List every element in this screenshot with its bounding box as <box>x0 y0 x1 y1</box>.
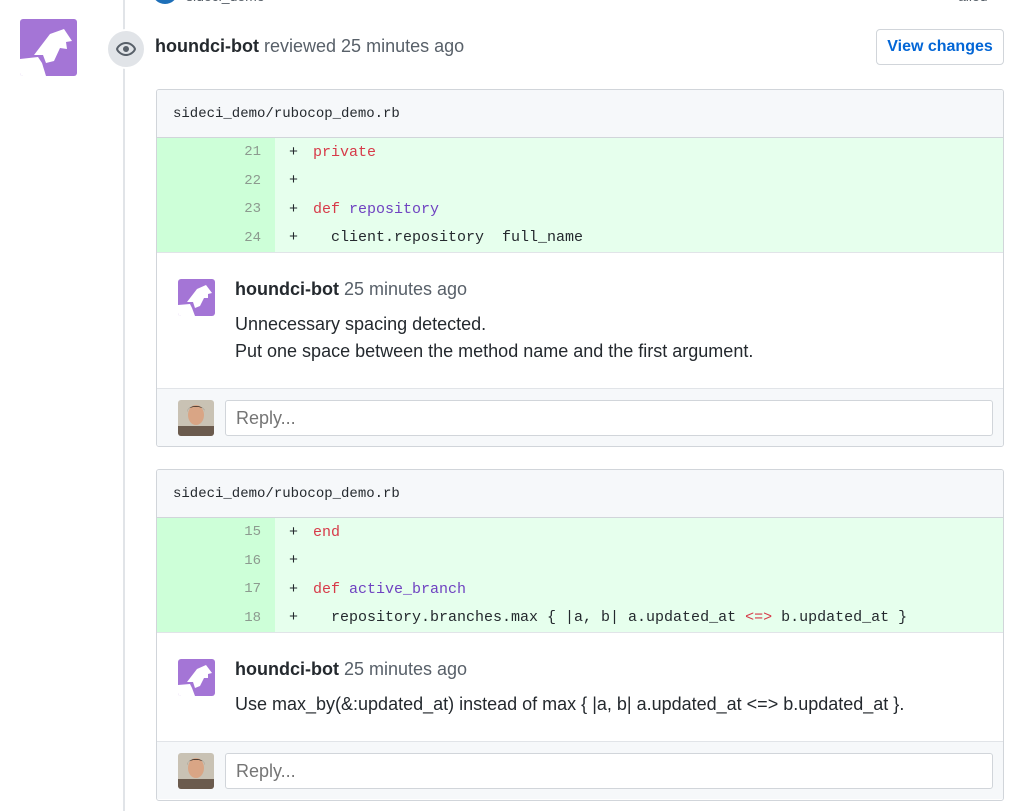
reply-bar <box>157 741 1003 799</box>
comment-time[interactable]: 25 minutes ago <box>344 279 467 299</box>
reply-bar <box>157 388 1003 446</box>
code-keyword: private <box>313 143 377 161</box>
comment-text-line: Unnecessary spacing detected. <box>235 314 487 334</box>
code-operator: <=> <box>745 609 773 627</box>
line-number[interactable]: 23 <box>157 195 275 224</box>
code-keyword: def <box>313 580 341 598</box>
comment-author-link[interactable]: houndci-bot <box>235 279 339 299</box>
status-text: ailed <box>958 0 1010 4</box>
line-number[interactable]: 21 <box>157 138 275 167</box>
review-header: houndci-bot reviewed 25 minutes ago <box>155 36 464 57</box>
code-function-name: active_branch <box>349 580 467 598</box>
review-comment: houndci-bot 25 minutes ago Use max_by(&:… <box>157 632 1003 741</box>
diff-line: 15 + end <box>157 518 1003 547</box>
line-number[interactable]: 17 <box>157 575 275 604</box>
diff-hunk: 15 + end 16 + 17 + def active_branch 18 + … <box>157 518 1003 632</box>
comment-author-link[interactable]: houndci-bot <box>235 659 339 679</box>
diff-line: 16 + <box>157 546 1003 575</box>
comment-body: Use max_by(&:updated_at) instead of max … <box>235 691 904 718</box>
line-number[interactable]: 22 <box>157 166 275 195</box>
diff-sign: + <box>289 200 299 218</box>
diff-sign: + <box>289 580 299 598</box>
line-number[interactable]: 16 <box>157 546 275 575</box>
diff-line: 23 + def repository <box>157 195 1003 224</box>
reply-input[interactable] <box>225 400 993 436</box>
file-path[interactable]: sideci_demo/rubocop_demo.rb <box>157 470 1003 518</box>
review-thread-1: sideci_demo/rubocop_demo.rb 21 + private … <box>156 89 1004 447</box>
code-function-name: repository <box>349 200 440 218</box>
eye-icon <box>116 42 136 56</box>
comment-text-line: Put one space between the method name an… <box>235 341 754 361</box>
line-number[interactable]: 18 <box>157 603 275 632</box>
diff-sign: + <box>289 523 299 541</box>
comment-text-line: Use max_by(&:updated_at) instead of max … <box>235 694 905 714</box>
previous-event-strip: sideci_demo ✕ ailed <box>150 0 1010 4</box>
diff-hunk: 21 + private 22 + 23 + def repository 24 +… <box>157 138 1003 252</box>
code-keyword: def <box>313 200 341 218</box>
failed-x-icon: ✕ <box>933 0 950 4</box>
review-action: reviewed <box>263 36 337 56</box>
diff-line: 24 + client.repository full_name <box>157 223 1003 252</box>
diff-line: 17 + def active_branch <box>157 575 1003 604</box>
comment-header: houndci-bot 25 minutes ago <box>235 659 467 680</box>
bot-avatar-icon[interactable] <box>178 659 215 696</box>
code-keyword: end <box>313 523 341 541</box>
review-thread-2: sideci_demo/rubocop_demo.rb 15 + end 16 +… <box>156 469 1004 801</box>
diff-sign: + <box>289 609 299 627</box>
review-comment: houndci-bot 25 minutes ago Unnecessary s… <box>157 252 1003 388</box>
bot-avatar-icon[interactable] <box>178 279 215 316</box>
code-text: client.repository full_name <box>313 229 584 247</box>
repo-icon <box>152 0 178 4</box>
view-changes-button[interactable]: View changes <box>876 29 1004 65</box>
bot-avatar-icon[interactable] <box>20 19 77 76</box>
user-avatar[interactable] <box>178 753 214 789</box>
review-time[interactable]: 25 minutes ago <box>341 36 464 56</box>
user-avatar[interactable] <box>178 400 214 436</box>
reply-input[interactable] <box>225 753 993 789</box>
diff-line: 21 + private <box>157 138 1003 167</box>
code-text: repository.branches.max { |a, b| a.updat… <box>313 609 746 627</box>
code-text: b.updated_at } <box>772 609 908 627</box>
diff-sign: + <box>289 552 299 570</box>
comment-body: Unnecessary spacing detected. Put one sp… <box>235 311 753 365</box>
diff-sign: + <box>289 229 299 247</box>
line-number[interactable]: 15 <box>157 518 275 547</box>
comment-time[interactable]: 25 minutes ago <box>344 659 467 679</box>
diff-line: 18 + repository.branches.max { |a, b| a.… <box>157 603 1003 632</box>
diff-sign: + <box>289 143 299 161</box>
file-path[interactable]: sideci_demo/rubocop_demo.rb <box>157 90 1003 138</box>
review-event-badge <box>106 29 146 69</box>
timeline-line <box>123 0 125 811</box>
review-author-link[interactable]: houndci-bot <box>155 36 259 56</box>
previous-event-text: sideci_demo <box>186 0 265 4</box>
diff-line: 22 + <box>157 166 1003 195</box>
diff-sign: + <box>289 172 299 190</box>
line-number[interactable]: 24 <box>157 223 275 252</box>
comment-header: houndci-bot 25 minutes ago <box>235 279 467 300</box>
